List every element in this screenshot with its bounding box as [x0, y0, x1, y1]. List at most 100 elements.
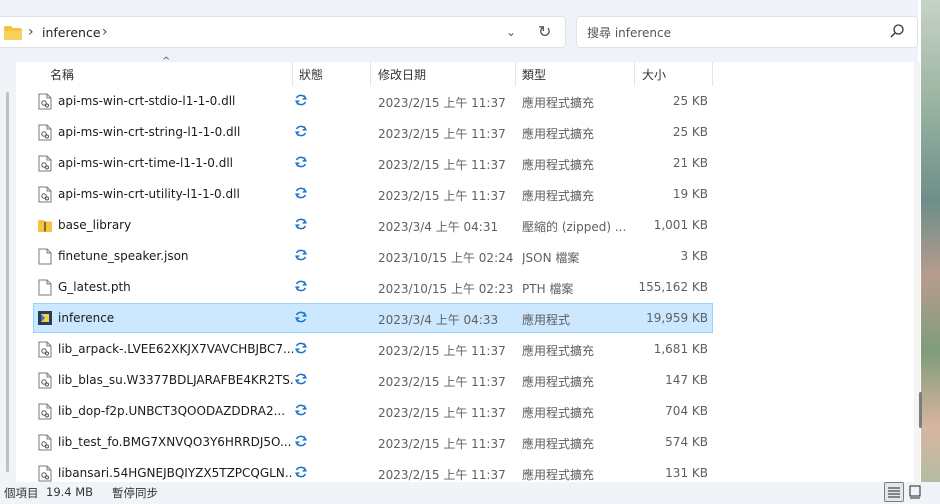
file-size: 704 KB: [665, 404, 708, 418]
vertical-scrollbar[interactable]: [914, 62, 922, 482]
large-icons-view-button[interactable]: [906, 482, 926, 502]
file-row[interactable]: inference 2023/3/4 上午 04:33 應用程式 19,959 KB: [33, 303, 713, 333]
dll-file-icon: [38, 403, 52, 420]
sync-pending-icon: [294, 342, 308, 354]
nav-scrollbar[interactable]: [6, 92, 9, 472]
file-date: 2023/2/15 上午 11:37: [378, 127, 506, 141]
dll-file-icon: [38, 124, 52, 141]
file-row[interactable]: lib_arpack-.LVEE62XKJX7VAVCHBJBC7... 2023…: [34, 335, 712, 363]
sync-pending-icon: [294, 466, 308, 478]
file-row[interactable]: api-ms-win-crt-time-l1-1-0.dll 2023/2/15 …: [34, 149, 712, 177]
search-input[interactable]: [585, 23, 879, 43]
sync-pending-icon: [294, 435, 308, 447]
file-type: 應用程式擴充: [522, 375, 595, 389]
file-type: 應用程式擴充: [522, 406, 595, 420]
file-date: 2023/2/15 上午 11:37: [378, 375, 506, 389]
dll-file-icon: [38, 434, 52, 451]
file-type: JSON 檔案: [522, 251, 580, 265]
file-name: lib_arpack-.LVEE62XKJX7VAVCHBJBC7...: [58, 342, 293, 356]
file-date: 2023/2/15 上午 11:37: [378, 96, 506, 110]
file-size: 147 KB: [665, 373, 708, 387]
breadcrumb[interactable]: inference: [42, 25, 101, 40]
dll-file-icon: [38, 155, 52, 172]
file-row[interactable]: lib_test_fo.BMG7XNVQO3Y6HRRDJ5O... 2023/2…: [34, 428, 712, 456]
file-row[interactable]: api-ms-win-crt-string-l1-1-0.dll 2023/2/1…: [34, 118, 712, 146]
file-date: 2023/2/15 上午 11:37: [378, 189, 506, 203]
file-name: api-ms-win-crt-utility-l1-1-0.dll: [58, 187, 240, 201]
refresh-icon[interactable]: ↻: [538, 22, 551, 41]
file-name: lib_blas_su.W3377BDLJARAFBE4KR2TS...: [58, 373, 293, 387]
file-type: 應用程式擴充: [522, 96, 595, 110]
file-name: G_latest.pth: [58, 280, 131, 294]
details-view-icon: [888, 487, 900, 498]
search-icon[interactable]: [889, 23, 905, 39]
address-bar[interactable]: › inference › ⌄ ↻: [0, 16, 566, 48]
sync-pending-icon: [294, 404, 308, 416]
file-icon: [38, 248, 52, 265]
file-size: 21 KB: [672, 156, 708, 170]
status-bar: 個項目 19.4 MB 暫停同步: [0, 482, 940, 502]
dll-file-icon: [38, 186, 52, 203]
file-date: 2023/10/15 上午 02:23: [378, 282, 514, 296]
file-row[interactable]: lib_blas_su.W3377BDLJARAFBE4KR2TS... 2023…: [34, 366, 712, 394]
column-divider[interactable]: [292, 62, 293, 86]
sync-pending-icon: [294, 156, 308, 168]
file-row[interactable]: base_library 2023/3/4 上午 04:31 壓縮的 (zipped…: [34, 211, 712, 239]
search-box[interactable]: [576, 16, 918, 48]
scrollbar-thumb[interactable]: [919, 392, 922, 428]
navigation-pane-edge: [0, 62, 16, 482]
file-row[interactable]: finetune_speaker.json 2023/10/15 上午 02:24…: [34, 242, 712, 270]
file-type: PTH 檔案: [522, 282, 574, 296]
file-type: 應用程式擴充: [522, 158, 595, 172]
file-size: 3 KB: [680, 249, 708, 263]
sync-pending-icon: [294, 125, 308, 137]
file-type: 應用程式擴充: [522, 468, 595, 482]
file-type: 應用程式擴充: [522, 344, 595, 358]
file-row[interactable]: lib_dop-f2p.UNBCT3QOODAZDDRA2... 2023/2/1…: [34, 397, 712, 425]
chevron-down-icon[interactable]: ⌄: [506, 25, 516, 39]
sync-status: 暫停同步: [112, 486, 158, 500]
large-icons-view-icon: [909, 485, 921, 499]
file-date: 2023/2/15 上午 11:37: [378, 158, 506, 172]
file-row[interactable]: G_latest.pth 2023/10/15 上午 02:23 PTH 檔案 155…: [34, 273, 712, 301]
sync-pending-icon: [294, 94, 308, 106]
sort-ascending-icon: ^: [162, 56, 171, 67]
file-date: 2023/3/4 上午 04:31: [378, 220, 499, 234]
file-size: 1,001 KB: [653, 218, 708, 232]
application-icon: [38, 311, 52, 325]
chevron-right-icon[interactable]: ›: [102, 24, 108, 40]
file-type: 應用程式擴充: [522, 437, 595, 451]
file-row[interactable]: api-ms-win-crt-stdio-l1-1-0.dll 2023/2/15…: [34, 87, 712, 115]
file-name: finetune_speaker.json: [58, 249, 189, 263]
sync-pending-icon: [294, 311, 308, 323]
file-size: 19 KB: [672, 187, 708, 201]
file-name: base_library: [58, 218, 132, 232]
file-size: 1,681 KB: [653, 342, 708, 356]
file-row[interactable]: api-ms-win-crt-utility-l1-1-0.dll 2023/2/…: [34, 180, 712, 208]
column-divider[interactable]: [634, 62, 635, 86]
column-divider[interactable]: [712, 62, 713, 86]
sync-pending-icon: [294, 373, 308, 385]
file-size: 155,162 KB: [638, 280, 708, 294]
file-name: api-ms-win-crt-string-l1-1-0.dll: [58, 125, 241, 139]
column-divider[interactable]: [370, 62, 371, 86]
file-size: 25 KB: [672, 94, 708, 108]
file-name: lib_dop-f2p.UNBCT3QOODAZDDRA2...: [58, 404, 286, 418]
chevron-right-icon[interactable]: ›: [28, 24, 34, 40]
file-icon: [38, 279, 52, 296]
folder-icon: [4, 26, 22, 40]
file-size: 25 KB: [672, 125, 708, 139]
file-name: libansari.54HGNEJBQIYZX5TZPCQGLN...: [58, 466, 293, 480]
file-name: lib_test_fo.BMG7XNVQO3Y6HRRDJ5O...: [58, 435, 292, 449]
file-size: 131 KB: [665, 466, 708, 480]
file-type: 應用程式: [522, 313, 571, 327]
file-type: 應用程式擴充: [522, 189, 595, 203]
selection-size: 19.4 MB: [46, 485, 94, 499]
file-type: 應用程式擴充: [522, 127, 595, 141]
sync-pending-icon: [294, 249, 308, 261]
item-count: 個項目: [4, 486, 39, 500]
column-divider[interactable]: [515, 62, 516, 86]
sync-pending-icon: [294, 218, 308, 230]
dll-file-icon: [38, 93, 52, 110]
details-view-button[interactable]: [884, 482, 904, 502]
